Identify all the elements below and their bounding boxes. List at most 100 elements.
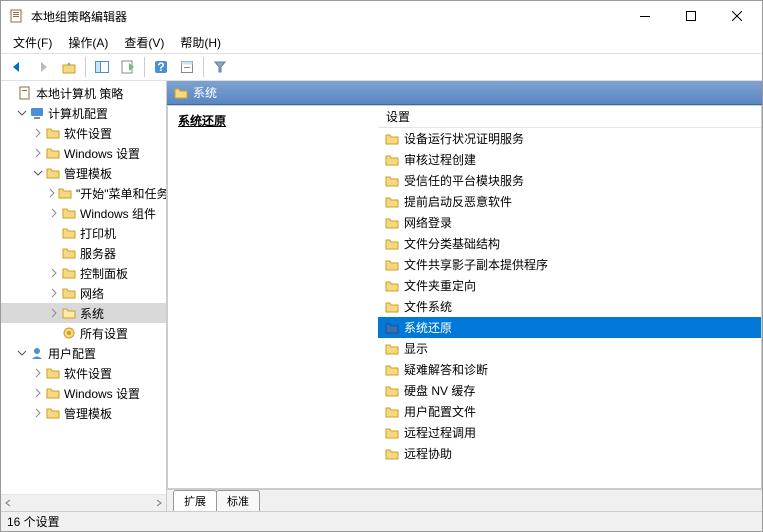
- tree-at-allsettings[interactable]: 所有设置: [1, 323, 166, 343]
- toolbar-separator: [85, 57, 86, 77]
- close-button[interactable]: [714, 1, 760, 31]
- list-item[interactable]: 网络登录: [378, 212, 761, 233]
- tree-scroll[interactable]: 本地计算机 策略 计算机配置 软件设置 Windows 设置 管理: [1, 81, 166, 494]
- list-item-label: 远程协助: [404, 445, 452, 462]
- expander-icon[interactable]: [31, 166, 45, 180]
- toolbar-separator: [144, 57, 145, 77]
- help-button[interactable]: ?: [149, 55, 173, 79]
- expander-icon[interactable]: [31, 386, 45, 400]
- minimize-button[interactable]: [622, 1, 668, 31]
- tree-horizontal-scrollbar[interactable]: [1, 494, 166, 511]
- tree-at-wincomp[interactable]: Windows 组件: [1, 203, 166, 223]
- list-item-label: 文件系统: [404, 298, 452, 315]
- folder-icon: [61, 225, 77, 241]
- folder-icon: [384, 299, 400, 315]
- tab-extended[interactable]: 扩展: [173, 490, 217, 511]
- expander-icon[interactable]: [47, 226, 61, 240]
- list-item[interactable]: 设备运行状况证明服务: [378, 128, 761, 149]
- folder-icon: [384, 383, 400, 399]
- list-item[interactable]: 用户配置文件: [378, 401, 761, 422]
- menu-action[interactable]: 操作(A): [60, 32, 116, 53]
- status-text: 16 个设置: [7, 513, 60, 530]
- tree-label: "开始"菜单和任务栏: [76, 185, 166, 202]
- list-item[interactable]: 疑难解答和诊断: [378, 359, 761, 380]
- list-item[interactable]: 受信任的平台模块服务: [378, 170, 761, 191]
- list-item-label: 显示: [404, 340, 428, 357]
- list-item-label: 文件共享影子副本提供程序: [404, 256, 548, 273]
- expander-icon[interactable]: [31, 366, 45, 380]
- expander-icon[interactable]: [31, 126, 45, 140]
- tree-at-network[interactable]: 网络: [1, 283, 166, 303]
- tree-label: 系统: [80, 305, 104, 322]
- settings-list[interactable]: 设置 设备运行状况证明服务审核过程创建受信任的平台模块服务提前启动反恶意软件网络…: [378, 106, 761, 488]
- column-header-settings[interactable]: 设置: [378, 106, 761, 128]
- folder-icon: [384, 278, 400, 294]
- back-button[interactable]: [5, 55, 29, 79]
- tree-pane: 本地计算机 策略 计算机配置 软件设置 Windows 设置 管理: [1, 81, 167, 511]
- tree-cc-admin[interactable]: 管理模板: [1, 163, 166, 183]
- expander-icon[interactable]: [47, 306, 61, 320]
- tree-at-cp[interactable]: 控制面板: [1, 263, 166, 283]
- folder-icon: [45, 165, 61, 181]
- folder-icon: [61, 205, 77, 221]
- menubar: 文件(F) 操作(A) 查看(V) 帮助(H): [1, 31, 762, 53]
- filter-button[interactable]: [208, 55, 232, 79]
- list-item-label: 用户配置文件: [404, 403, 476, 420]
- tree-cc-windows[interactable]: Windows 设置: [1, 143, 166, 163]
- options-button[interactable]: [175, 55, 199, 79]
- expander-icon[interactable]: [15, 106, 29, 120]
- list-item-label: 审核过程创建: [404, 151, 476, 168]
- forward-button[interactable]: [31, 55, 55, 79]
- expander-icon[interactable]: [3, 86, 17, 100]
- menu-file[interactable]: 文件(F): [5, 32, 60, 53]
- list-item[interactable]: 远程过程调用: [378, 422, 761, 443]
- list-item[interactable]: 审核过程创建: [378, 149, 761, 170]
- expander-icon[interactable]: [47, 326, 61, 340]
- tree-at-system[interactable]: 系统: [1, 303, 166, 323]
- tree-at-printers[interactable]: 打印机: [1, 223, 166, 243]
- export-list-button[interactable]: [116, 55, 140, 79]
- tree-label: 打印机: [80, 225, 116, 242]
- tree-at-startmenu[interactable]: "开始"菜单和任务栏: [1, 183, 166, 203]
- show-hide-tree-button[interactable]: [90, 55, 114, 79]
- expander-icon[interactable]: [47, 186, 57, 200]
- tree-label: 计算机配置: [48, 105, 108, 122]
- folder-icon: [173, 85, 189, 101]
- window-controls: [622, 1, 760, 31]
- tree-user-config[interactable]: 用户配置: [1, 343, 166, 363]
- tree-uc-windows[interactable]: Windows 设置: [1, 383, 166, 403]
- expander-icon[interactable]: [31, 406, 45, 420]
- folder-icon: [384, 131, 400, 147]
- tree-uc-admin[interactable]: 管理模板: [1, 403, 166, 423]
- list-item[interactable]: 文件系统: [378, 296, 761, 317]
- list-item[interactable]: 文件夹重定向: [378, 275, 761, 296]
- expander-icon[interactable]: [31, 146, 45, 160]
- expander-icon[interactable]: [47, 286, 61, 300]
- up-button[interactable]: [57, 55, 81, 79]
- folder-icon: [61, 245, 77, 261]
- expander-icon[interactable]: [47, 266, 61, 280]
- expander-icon[interactable]: [47, 246, 61, 260]
- list-item[interactable]: 提前启动反恶意软件: [378, 191, 761, 212]
- list-item[interactable]: 显示: [378, 338, 761, 359]
- list-item[interactable]: 文件分类基础结构: [378, 233, 761, 254]
- expander-icon[interactable]: [15, 346, 29, 360]
- list-item[interactable]: 硬盘 NV 缓存: [378, 380, 761, 401]
- tree-root[interactable]: 本地计算机 策略: [1, 83, 166, 103]
- description-heading: 系统还原: [178, 112, 368, 129]
- tree-computer-config[interactable]: 计算机配置: [1, 103, 166, 123]
- tree-at-server[interactable]: 服务器: [1, 243, 166, 263]
- list-item[interactable]: 系统还原: [378, 317, 761, 338]
- expander-icon[interactable]: [47, 206, 61, 220]
- tree-uc-software[interactable]: 软件设置: [1, 363, 166, 383]
- tree-cc-software[interactable]: 软件设置: [1, 123, 166, 143]
- menu-help[interactable]: 帮助(H): [172, 32, 229, 53]
- folder-open-icon: [61, 305, 77, 321]
- list-item[interactable]: 文件共享影子副本提供程序: [378, 254, 761, 275]
- tree-label: 所有设置: [80, 325, 128, 342]
- tab-standard[interactable]: 标准: [216, 490, 260, 511]
- list-item[interactable]: 远程协助: [378, 443, 761, 464]
- maximize-button[interactable]: [668, 1, 714, 31]
- menu-view[interactable]: 查看(V): [116, 32, 172, 53]
- main-area: 本地计算机 策略 计算机配置 软件设置 Windows 设置 管理: [1, 81, 762, 511]
